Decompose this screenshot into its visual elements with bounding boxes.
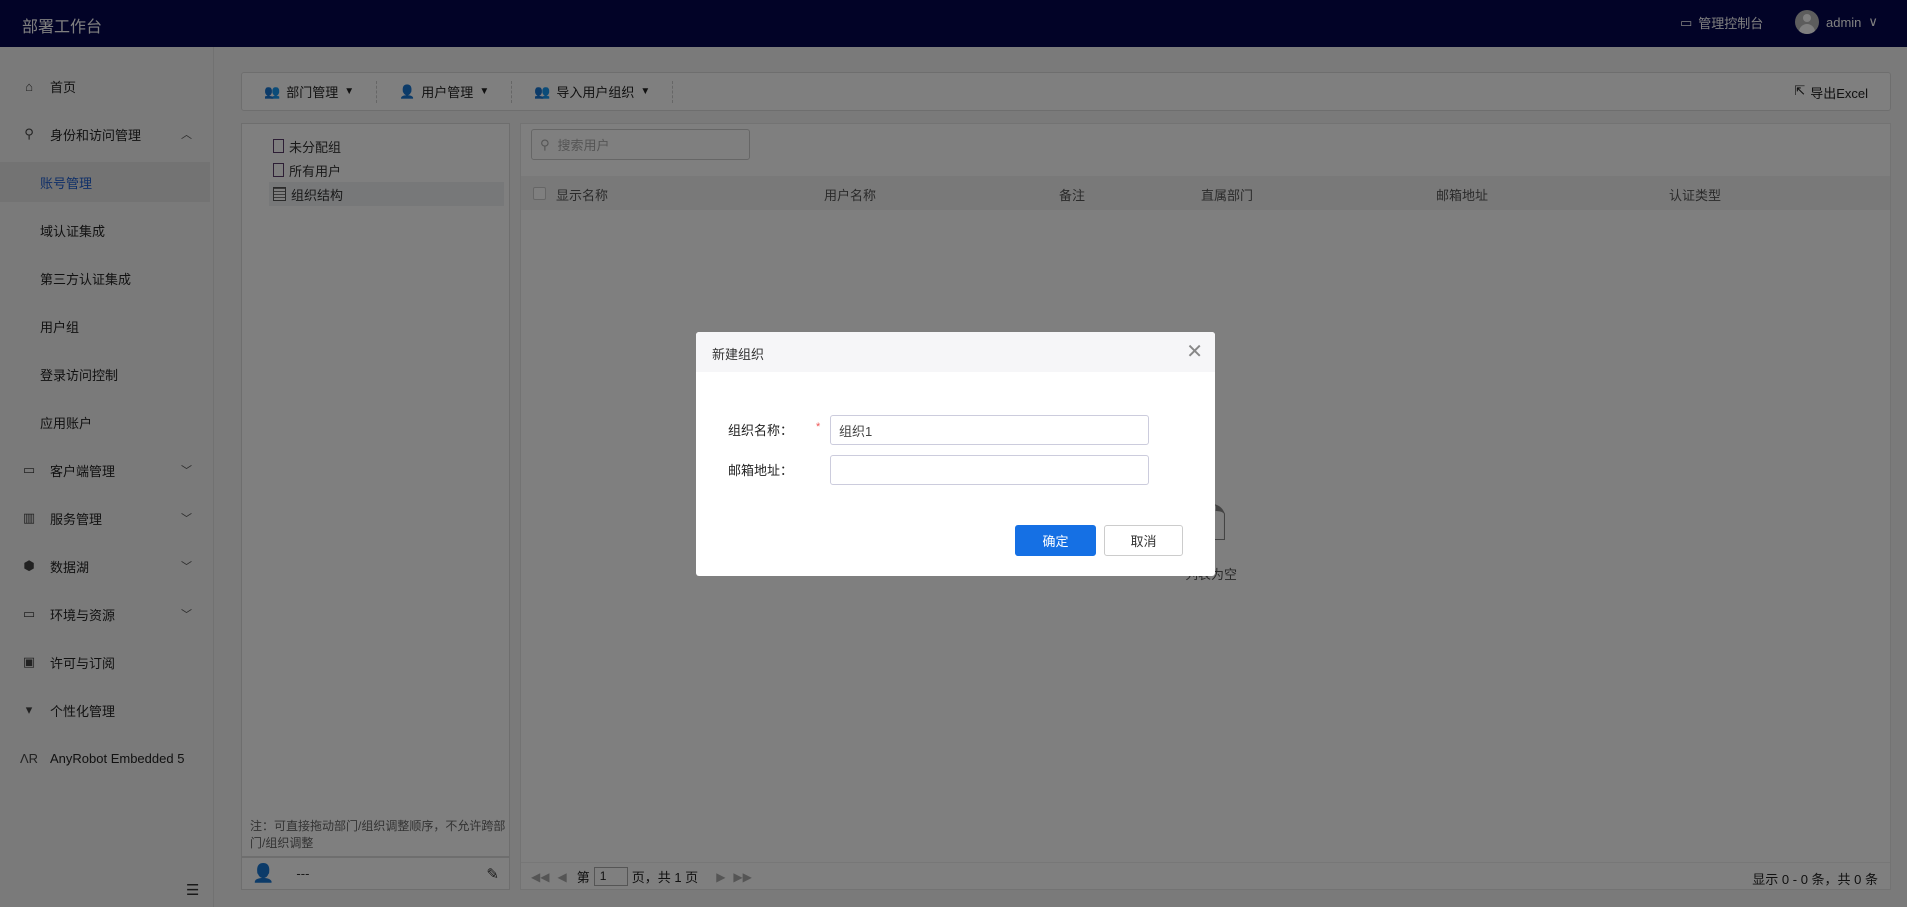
new-org-dialog: 新建组织 ✕ 组织名称： * 邮箱地址： 确定 取消 (696, 332, 1215, 576)
close-icon[interactable]: ✕ (1186, 339, 1203, 364)
dialog-title: 新建组织 (712, 347, 765, 362)
org-name-input[interactable] (830, 415, 1149, 445)
required-asterisk: * (816, 421, 821, 433)
dialog-header: 新建组织 ✕ (696, 332, 1215, 372)
email-input[interactable] (830, 455, 1149, 485)
confirm-button[interactable]: 确定 (1015, 525, 1096, 556)
cancel-button[interactable]: 取消 (1104, 525, 1183, 556)
org-name-label: 组织名称： (728, 423, 794, 438)
email-label: 邮箱地址： (728, 463, 794, 478)
